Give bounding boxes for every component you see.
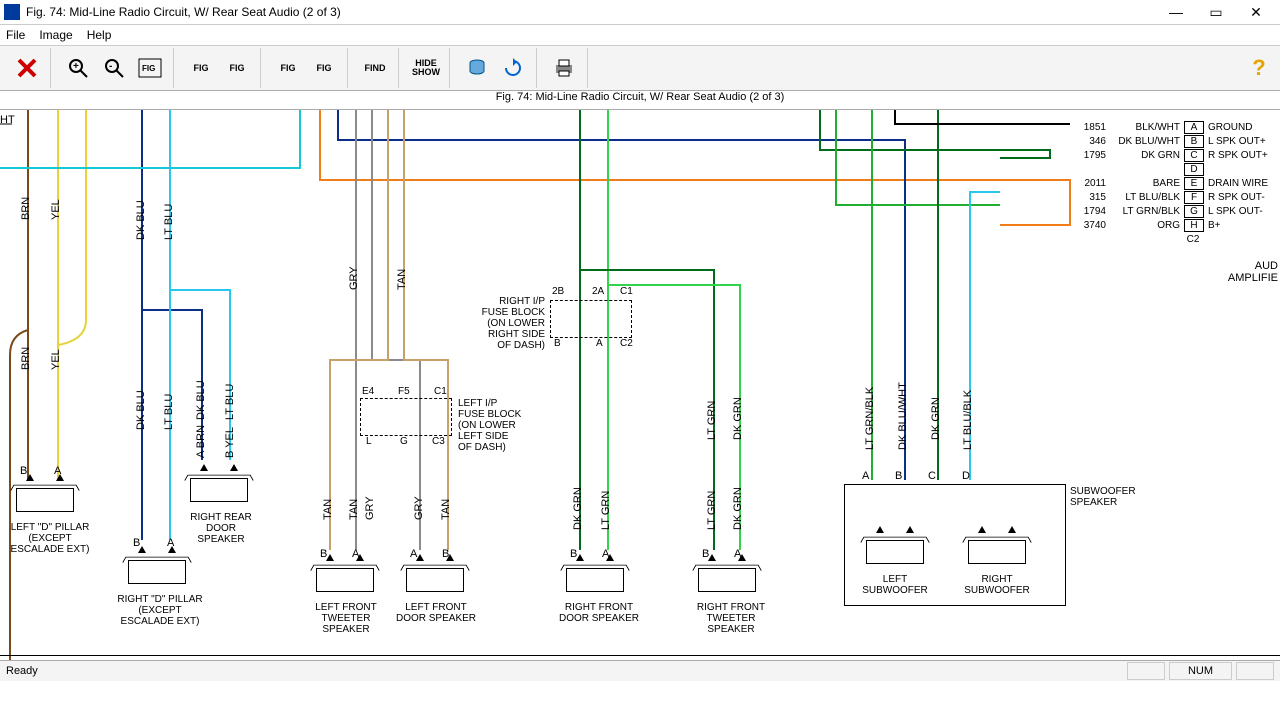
toolbar: + - FIG FIG FIG FIG FIG FIND HIDESHOW ? bbox=[0, 46, 1280, 91]
wire-dkgrn3: DK GRN bbox=[930, 397, 942, 440]
speaker-left-front-tweeter bbox=[308, 558, 380, 598]
status-blank bbox=[1127, 662, 1165, 680]
wire-ltgrnblk: LT GRN/BLK bbox=[864, 387, 876, 450]
pin-d7: D bbox=[962, 470, 970, 482]
menu-file[interactable]: File bbox=[6, 28, 25, 42]
print-button[interactable] bbox=[547, 52, 581, 84]
pin-b7: B bbox=[895, 470, 902, 482]
fig-hand-button[interactable]: FIG bbox=[184, 52, 218, 84]
wire-dkblu3: DK BLU bbox=[195, 380, 207, 420]
svg-text:+: + bbox=[73, 61, 79, 72]
wire-ltblublk: LT BLU/BLK bbox=[962, 390, 974, 450]
wire-tan2: TAN bbox=[348, 499, 360, 520]
refresh-button[interactable] bbox=[496, 52, 530, 84]
diagram-bottom-rule bbox=[0, 655, 1280, 656]
wire-tan3: TAN bbox=[396, 269, 408, 290]
pin-abrn: A BRN bbox=[195, 425, 207, 458]
fuse-left-label: LEFT I/P FUSE BLOCK (ON LOWER LEFT SIDE … bbox=[458, 398, 538, 453]
diagram-subtitle: Fig. 74: Mid-Line Radio Circuit, W/ Rear… bbox=[0, 91, 1280, 110]
pin-a7: A bbox=[862, 470, 869, 482]
fuse-block-right bbox=[550, 300, 632, 338]
wire-ltgrn: LT GRN bbox=[600, 491, 612, 530]
speaker-right-d-pillar bbox=[120, 550, 192, 590]
fig-cursor-button[interactable]: FIG bbox=[220, 52, 254, 84]
amp-module-label: AUD AMPLIFIE bbox=[1228, 260, 1278, 284]
wire-brn: BRN bbox=[20, 197, 32, 220]
zoom-in-button[interactable]: + bbox=[61, 52, 95, 84]
speaker-left-sub bbox=[858, 530, 930, 570]
wire-dkgrn2b: DK GRN bbox=[732, 397, 744, 440]
wire-ltgrn2b: LT GRN bbox=[706, 401, 718, 440]
wire-gry: GRY bbox=[348, 266, 360, 290]
speaker-right-sub bbox=[960, 530, 1032, 570]
wire-dkgrn2: DK GRN bbox=[732, 487, 744, 530]
status-ready: Ready bbox=[6, 665, 38, 677]
fuse-right-label: RIGHT I/P FUSE BLOCK (ON LOWER RIGHT SID… bbox=[455, 296, 545, 351]
speaker-right-front-tweeter bbox=[690, 558, 762, 598]
wire-dkbluwht: DK BLU/WHT bbox=[897, 382, 909, 450]
svg-text:-: - bbox=[109, 61, 112, 72]
svg-text:FIG: FIG bbox=[142, 64, 155, 73]
maximize-button[interactable]: ▭ bbox=[1196, 0, 1236, 24]
speaker-left-d-pillar bbox=[8, 478, 80, 518]
fig-prev-button[interactable]: FIG bbox=[271, 52, 305, 84]
fig-next-button[interactable]: FIG bbox=[307, 52, 341, 84]
db-button[interactable] bbox=[460, 52, 494, 84]
wire-yel2: YEL bbox=[50, 349, 62, 370]
wire-gry3: GRY bbox=[413, 496, 425, 520]
diagram-canvas[interactable]: HT BRN YEL DK BLU LT BLU BRN YEL DK BLU … bbox=[0, 110, 1280, 660]
wire-ltblu: LT BLU bbox=[163, 204, 175, 240]
pin-byel: B YEL bbox=[224, 427, 236, 458]
window-title: Fig. 74: Mid-Line Radio Circuit, W/ Rear… bbox=[26, 5, 1156, 19]
wire-dkblu: DK BLU bbox=[135, 200, 147, 240]
minimize-button[interactable]: — bbox=[1156, 0, 1196, 24]
wire-tan: TAN bbox=[322, 499, 334, 520]
wire-gry2: GRY bbox=[364, 496, 376, 520]
menu-bar: File Image Help bbox=[0, 25, 1280, 46]
menu-image[interactable]: Image bbox=[39, 28, 72, 42]
speaker-left-front-door bbox=[398, 558, 470, 598]
status-blank2 bbox=[1236, 662, 1274, 680]
wire-dkblu2: DK BLU bbox=[135, 390, 147, 430]
wire-dkgrn: DK GRN bbox=[572, 487, 584, 530]
wire-ltgrn2: LT GRN bbox=[706, 491, 718, 530]
wire-tan4: TAN bbox=[440, 499, 452, 520]
title-bar: Fig. 74: Mid-Line Radio Circuit, W/ Rear… bbox=[0, 0, 1280, 25]
wire-ltblu3: LT BLU bbox=[224, 384, 236, 420]
find-button[interactable]: FIND bbox=[358, 52, 392, 84]
amplifier-connector-table: 1851BLK/WHTAGROUND 346DK BLU/WHTBL SPK O… bbox=[1066, 120, 1280, 246]
menu-help[interactable]: Help bbox=[87, 28, 112, 42]
wire-brn2: BRN bbox=[20, 347, 32, 370]
zoom-out-button[interactable]: - bbox=[97, 52, 131, 84]
fit-fig-button[interactable]: FIG bbox=[133, 52, 167, 84]
label-ht: HT bbox=[0, 114, 15, 126]
app-icon bbox=[4, 4, 20, 20]
wire-yel: YEL bbox=[50, 199, 62, 220]
speaker-right-rear-door bbox=[182, 468, 254, 508]
wire-ltblu2: LT BLU bbox=[163, 394, 175, 430]
help-button[interactable]: ? bbox=[1242, 52, 1276, 84]
close-button[interactable]: ✕ bbox=[1236, 0, 1276, 24]
close-x-button[interactable] bbox=[10, 52, 44, 84]
hide-show-button[interactable]: HIDESHOW bbox=[409, 52, 443, 84]
status-bar: Ready NUM bbox=[0, 660, 1280, 681]
fuse-block-left bbox=[360, 398, 452, 436]
pin-c7: C bbox=[928, 470, 936, 482]
status-num: NUM bbox=[1169, 662, 1232, 680]
speaker-right-front-door bbox=[558, 558, 630, 598]
